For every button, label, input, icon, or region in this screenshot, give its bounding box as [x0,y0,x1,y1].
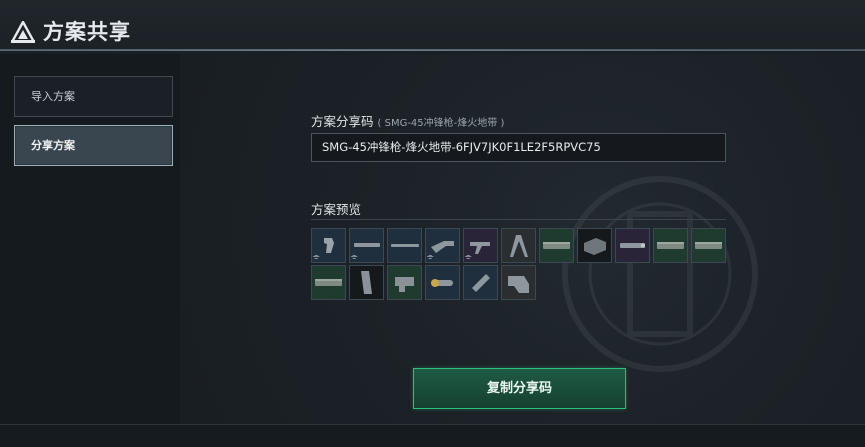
share-code-subtitle: ( SMG-45冲锋枪-烽火地带 ) [377,118,505,129]
bottom-bar [0,424,865,447]
preview-item[interactable] [653,228,688,263]
adapter-icon [472,274,490,292]
mod-slider-icon: ⌯ [465,252,472,261]
scope-icon [431,279,453,287]
magazine-icon [361,271,372,294]
preview-item[interactable] [387,228,422,263]
header-divider [0,49,865,51]
preview-item[interactable] [691,228,726,263]
preview-item[interactable] [615,228,650,263]
rail-icon [695,242,722,249]
preview-label: 方案预览 [311,202,362,217]
preview-item[interactable]: ⌯ [425,228,460,263]
preview-item[interactable] [311,265,346,300]
sidebar-item-share[interactable]: 分享方案 [14,125,173,166]
preview-item[interactable] [463,265,498,300]
mod-slider-icon: ⌯ [313,252,320,261]
sidebar-item-import[interactable]: 导入方案 [14,76,173,117]
copy-code-button[interactable]: 复制分享码 [413,368,626,409]
bipod-icon [510,235,528,257]
cover-icon [395,277,414,292]
share-code-label: 方案分享码( SMG-45冲锋枪-烽火地带 ) [311,111,504,130]
share-code-title: 方案分享码 [311,114,374,129]
rail-icon [657,242,684,249]
top-bar: 方案共享 [0,0,865,51]
rail-icon [543,242,570,249]
preview-item[interactable] [501,228,536,263]
preview-divider [311,219,726,220]
preview-item[interactable]: ⌯ [311,228,346,263]
box-icon [584,238,606,255]
mod-slider-icon: ⌯ [427,252,434,261]
long-barrel-icon [391,244,419,247]
preview-item[interactable] [349,265,384,300]
share-code-field[interactable]: SMG-45冲锋枪-烽火地带-6FJV7JK0F1LE2F5RPVC75 [311,133,726,162]
rail-icon [315,279,342,286]
preview-item[interactable]: ⌯ [463,228,498,263]
preview-item[interactable] [387,265,422,300]
mod-slider-icon: ⌯ [351,252,358,261]
preview-grid: ⌯ ⌯ ⌯ ⌯ [311,228,731,308]
preview-item[interactable]: ⌯ [349,228,384,263]
laser-icon [620,243,645,248]
preview-item[interactable] [425,265,460,300]
preview-item[interactable] [539,228,574,263]
preview-item[interactable] [501,265,536,300]
triangle-logo-icon [11,21,35,43]
sidebar: 导入方案 分享方案 [0,54,180,424]
buttstock-icon [508,276,529,293]
preview-item[interactable] [577,228,612,263]
page-title: 方案共享 [43,20,131,44]
